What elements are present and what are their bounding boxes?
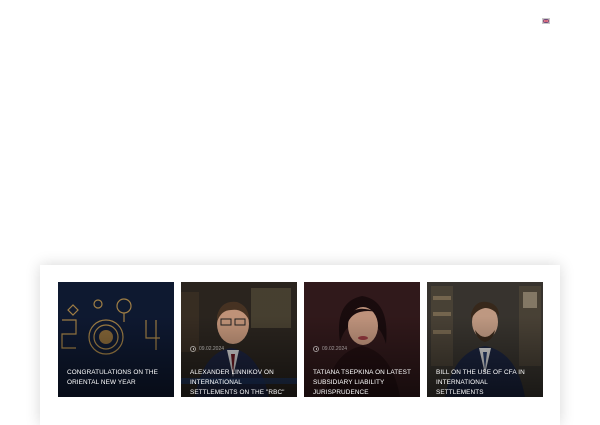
news-card-date: 09.02.2024	[313, 346, 347, 352]
news-card[interactable]: CONGRATULATIONS ON THE ORIENTAL NEW YEAR	[58, 282, 174, 397]
uk-flag-icon[interactable]	[542, 18, 550, 24]
news-card-date-text: 09.02.2024	[322, 346, 348, 352]
news-card[interactable]: BILL ON THE USE OF CFA IN INTERNATIONAL …	[427, 282, 543, 397]
news-card-date: 09.02.2024	[190, 346, 224, 352]
news-card[interactable]: 09.02.2024 ALEXANDER LINNIKOV ON INTERNA…	[181, 282, 297, 397]
clock-icon	[313, 346, 319, 352]
news-card[interactable]: 09.02.2024 TATIANA TSEPKINA ON LATEST SU…	[304, 282, 420, 397]
clock-icon	[190, 346, 196, 352]
news-card-title[interactable]: TATIANA TSEPKINA ON LATEST SUBSIDIARY LI…	[313, 368, 414, 397]
news-card-title[interactable]: CONGRATULATIONS ON THE ORIENTAL NEW YEAR	[67, 368, 168, 388]
news-card-title[interactable]: BILL ON THE USE OF CFA IN INTERNATIONAL …	[436, 368, 537, 397]
news-card-title[interactable]: ALEXANDER LINNIKOV ON INTERNATIONAL SETT…	[190, 368, 291, 397]
news-panel: CONGRATULATIONS ON THE ORIENTAL NEW YEAR…	[40, 265, 560, 425]
top-bar	[0, 0, 600, 40]
news-card-date-text: 09.02.2024	[199, 346, 225, 352]
